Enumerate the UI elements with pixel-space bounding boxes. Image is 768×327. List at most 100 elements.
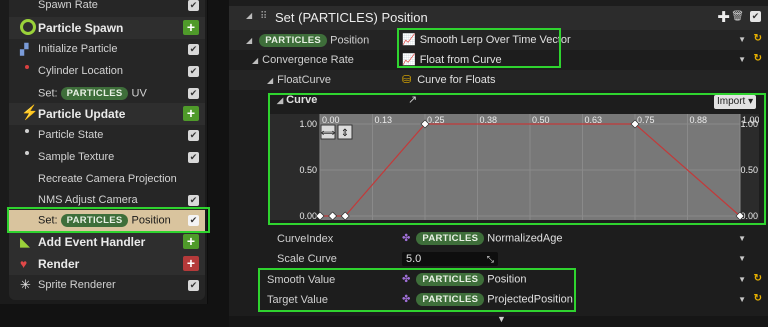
add-module-button[interactable]: + — [183, 234, 199, 249]
x-tick-label: 0.13 — [375, 115, 393, 125]
stack-item-recreate-camera-projection[interactable]: Recreate Camera Projection — [9, 169, 205, 191]
y-tick-label-right: 1.00 — [740, 119, 758, 129]
particles-pill: PARTICLES — [416, 273, 485, 286]
stack-item-nms-adjust-camera[interactable]: NMS Adjust Camera ✔ — [9, 190, 205, 212]
floatcurve-label: FloatCurve — [277, 74, 331, 86]
scale-curve-input[interactable]: 5.0 ⤡ — [402, 252, 498, 266]
reset-icon[interactable]: ↻ — [754, 33, 762, 44]
link-icon: ✤ — [402, 274, 411, 286]
enable-checkbox[interactable]: ✔ — [188, 215, 199, 226]
enable-checkbox[interactable]: ✔ — [188, 0, 199, 11]
curve-icon: 📈 — [402, 54, 416, 66]
enable-checkbox[interactable]: ✔ — [188, 280, 199, 291]
stack-item-particle-state[interactable]: Particle State ✔ — [9, 125, 205, 147]
chevron-down-icon[interactable]: ▼ — [738, 35, 746, 44]
particles-pill: PARTICLES — [259, 34, 328, 47]
signal-icon: ◣ — [20, 234, 30, 249]
drag-handle-icon[interactable]: ⠿ — [260, 11, 267, 22]
reset-icon[interactable]: ↻ — [754, 293, 762, 304]
stack-item-label: Sample Texture — [38, 151, 115, 163]
reset-icon[interactable]: ↻ — [754, 53, 762, 64]
chevron-down-icon[interactable]: ▼ — [738, 55, 746, 64]
row-smooth-value: Smooth Value ✤ PARTICLES Position ▼ ↻ — [229, 270, 768, 290]
section-label: Add Event Handler — [38, 235, 146, 249]
row-floatcurve: ◢ FloatCurve ⛁ Curve for Floats — [229, 70, 768, 90]
add-icon[interactable]: ✚ — [717, 8, 730, 26]
position-value-text: Smooth Lerp Over Time Vector — [419, 34, 571, 46]
chevron-down-icon[interactable]: ▼ — [738, 295, 746, 304]
collapse-arrow-icon[interactable]: ◢ — [246, 11, 252, 20]
enable-checkbox[interactable]: ✔ — [188, 195, 199, 206]
position-value[interactable]: 📈 Smooth Lerp Over Time Vector — [402, 33, 571, 46]
section-particle-spawn[interactable]: Particle Spawn + — [9, 17, 205, 39]
add-module-button[interactable]: + — [183, 20, 199, 35]
stack-item-spawn-rate[interactable]: Spawn Rate ✔ — [9, 0, 205, 17]
section-particle-update[interactable]: ⚡ Particle Update + — [9, 103, 205, 125]
stack-item-cylinder-location[interactable]: Cylinder Location ✔ — [9, 61, 205, 83]
stack-item-initialize-particle[interactable]: ▞ Initialize Particle ✔ — [9, 39, 205, 61]
add-module-button[interactable]: + — [183, 106, 199, 121]
enable-checkbox[interactable]: ✔ — [188, 152, 199, 163]
particles-pill: PARTICLES — [60, 214, 129, 227]
enable-checkbox[interactable]: ✔ — [188, 66, 199, 77]
floatcurve-value-text: Curve for Floats — [417, 74, 496, 86]
y-tick-label-left: 0.50 — [299, 165, 317, 175]
stack-item-label: Sprite Renderer — [38, 279, 116, 291]
curve-editor[interactable]: 0.00 0.13 0.25 0.38 0.50 0.63 0.75 0.88 1.00 1.00… — [269, 114, 760, 221]
fit-vertical-button[interactable]: ⇕ — [337, 124, 353, 140]
expand-arrow-icon[interactable]: ◢ — [267, 76, 273, 85]
convergence-value[interactable]: 📈 Float from Curve — [402, 53, 502, 66]
svg-text:⇕: ⇕ — [341, 128, 349, 139]
chevron-down-icon[interactable]: ▼ — [738, 234, 746, 243]
y-tick-label-left: 1.00 — [299, 119, 317, 129]
expand-arrow-icon[interactable]: ◢ — [277, 96, 283, 105]
module-title: Set (PARTICLES) Position — [275, 10, 428, 25]
stack-item-sample-texture[interactable]: Sample Texture ✔ — [9, 147, 205, 169]
target-value-text: ProjectedPosition — [487, 293, 573, 306]
convergence-row-label: ◢ Convergence Rate — [252, 54, 354, 66]
stack-item-set-position[interactable]: Set: PARTICLES Position ✔ — [9, 210, 205, 232]
chevron-down-icon[interactable]: ▼ — [738, 275, 746, 284]
enable-checkbox[interactable]: ✔ — [188, 44, 199, 55]
enable-checkbox[interactable]: ✔ — [750, 11, 761, 22]
target-value[interactable]: ✤ PARTICLES ProjectedPosition — [402, 293, 573, 306]
stack-item-set-uv[interactable]: Set: PARTICLES UV ✔ — [9, 83, 205, 105]
database-icon: ⛁ — [402, 74, 412, 86]
ring-icon — [20, 19, 36, 35]
row-position: ◢ PARTICLES Position 📈 Smooth Lerp Over T… — [229, 30, 768, 50]
floatcurve-value[interactable]: ⛁ Curve for Floats — [402, 73, 495, 86]
section-render[interactable]: ♥ Render + — [9, 253, 205, 275]
section-add-event-handler[interactable]: ◣ Add Event Handler + — [9, 231, 205, 253]
delete-icon[interactable]: 🗑 — [731, 11, 744, 22]
smooth-value[interactable]: ✤ PARTICLES Position — [402, 273, 526, 286]
resize-icon: ⤡ — [486, 254, 494, 264]
enable-checkbox[interactable]: ✔ — [188, 130, 199, 141]
stack-item-sprite-renderer[interactable]: ✳ Sprite Renderer ✔ — [9, 275, 205, 297]
position-row-label: ◢ PARTICLES Position — [246, 34, 369, 47]
y-tick-label-right: 0.50 — [740, 165, 758, 175]
convergence-value-text: Float from Curve — [419, 54, 502, 66]
chevron-down-icon[interactable]: ▼ — [738, 254, 746, 263]
error-dot-icon — [25, 65, 29, 69]
curveindex-value[interactable]: ✤ PARTICLES NormalizedAge — [402, 232, 563, 245]
expand-down-icon[interactable]: ▼ — [497, 314, 506, 324]
curve-edit-icon[interactable]: ↗ — [408, 93, 417, 106]
expand-arrow-icon[interactable]: ◢ — [252, 56, 258, 65]
curveindex-value-text: NormalizedAge — [487, 232, 563, 245]
section-label: Particle Spawn — [38, 21, 124, 35]
import-dropdown[interactable]: Import ▾ — [714, 95, 757, 109]
render-icon: ♥ — [20, 257, 28, 271]
section-label: Render — [38, 257, 80, 271]
fit-horizontal-button[interactable]: ⟺ — [320, 124, 336, 140]
emitter-stack: Spawn Rate ✔ Particle Spawn + ▞ Initiali… — [9, 0, 205, 300]
scale-value-text: 5.0 — [406, 253, 422, 265]
expand-arrow-icon[interactable]: ◢ — [246, 36, 252, 45]
curve-graph[interactable]: 0.00 0.13 0.25 0.38 0.50 0.63 0.75 0.88 1.001.00… — [269, 114, 760, 221]
position-label: Position — [330, 34, 370, 47]
footer-bar: ▼ — [229, 314, 768, 327]
stack-item-label: Recreate Camera Projection — [38, 173, 177, 185]
x-tick-label: 0.88 — [690, 115, 708, 125]
enable-checkbox[interactable]: ✔ — [188, 88, 199, 99]
add-renderer-button[interactable]: + — [183, 256, 199, 271]
reset-icon[interactable]: ↻ — [754, 273, 762, 284]
